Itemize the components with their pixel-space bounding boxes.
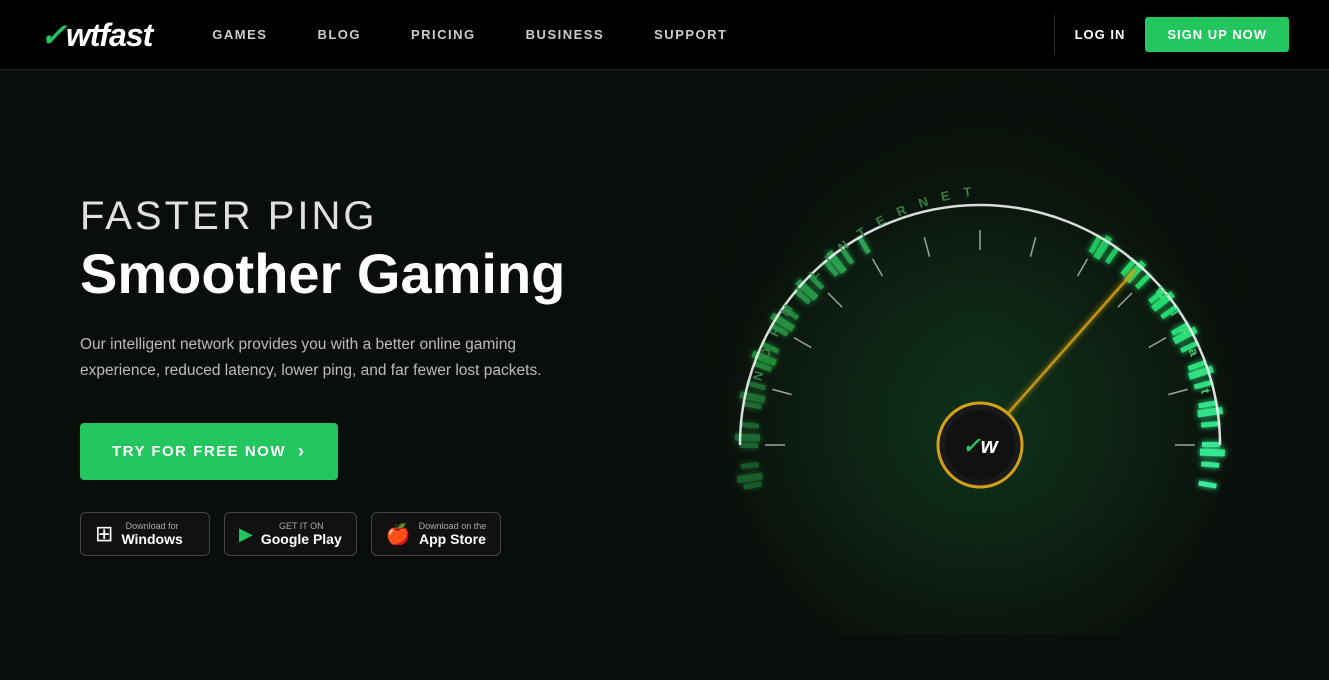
app-store-small: Download on the	[419, 521, 487, 531]
nav-divider	[1054, 15, 1055, 55]
speedometer-area: N O R M A L I N T E R N E T W T F a s t	[640, 70, 1320, 680]
windows-store-button[interactable]: ⊞ Download for Windows	[80, 512, 210, 556]
nav-pricing[interactable]: PRICING	[411, 27, 476, 42]
nav-games[interactable]: GAMES	[212, 27, 267, 42]
hero-description: Our intelligent network provides you wit…	[80, 332, 560, 383]
try-free-label: TRY FOR FREE NOW	[112, 443, 286, 460]
navbar: ✓wtfast GAMES BLOG PRICING BUSINESS SUPP…	[0, 0, 1329, 70]
hero-subtitle: FASTER PING	[80, 194, 640, 239]
speedometer-svg: N O R M A L I N T E R N E T W T F a s t	[640, 115, 1320, 635]
nav-support[interactable]: SUPPORT	[654, 27, 727, 42]
app-store-text: Download on the App Store	[419, 521, 487, 547]
apple-icon: 🍎	[386, 522, 411, 547]
google-play-icon: ▶	[239, 524, 253, 545]
hero-section: FASTER PING Smoother Gaming Our intellig…	[0, 70, 1329, 680]
try-free-button[interactable]: TRY FOR FREE NOW ›	[80, 423, 338, 480]
logo[interactable]: ✓wtfast	[40, 16, 152, 54]
windows-icon: ⊞	[95, 521, 113, 547]
app-store-button[interactable]: 🍎 Download on the App Store	[371, 512, 501, 556]
nav-links: GAMES BLOG PRICING BUSINESS SUPPORT	[212, 27, 1033, 42]
google-play-large: Google Play	[261, 531, 342, 547]
app-store-large: App Store	[419, 531, 487, 547]
login-button[interactable]: LOG IN	[1075, 27, 1126, 42]
nav-business[interactable]: BUSINESS	[526, 27, 604, 42]
store-buttons: ⊞ Download for Windows ▶ GET IT ON Googl…	[80, 512, 640, 556]
signup-button[interactable]: SIGN UP NOW	[1145, 17, 1289, 52]
windows-store-text: Download for Windows	[121, 521, 182, 547]
nav-auth: LOG IN SIGN UP NOW	[1075, 17, 1289, 52]
google-play-small: GET IT ON	[261, 521, 342, 531]
arrow-icon: ›	[298, 441, 306, 462]
google-play-button[interactable]: ▶ GET IT ON Google Play	[224, 512, 357, 556]
logo-check-icon: ✓	[40, 17, 66, 53]
windows-store-large: Windows	[121, 531, 182, 547]
center-logo: ✓w	[962, 433, 999, 458]
speedometer: N O R M A L I N T E R N E T W T F a s t	[640, 115, 1320, 635]
google-play-text: GET IT ON Google Play	[261, 521, 342, 547]
windows-store-small: Download for	[121, 521, 182, 531]
nav-blog[interactable]: BLOG	[317, 27, 361, 42]
hero-title: Smoother Gaming	[80, 243, 640, 305]
logo-text: wtfast	[66, 17, 152, 53]
hero-content: FASTER PING Smoother Gaming Our intellig…	[80, 194, 640, 557]
